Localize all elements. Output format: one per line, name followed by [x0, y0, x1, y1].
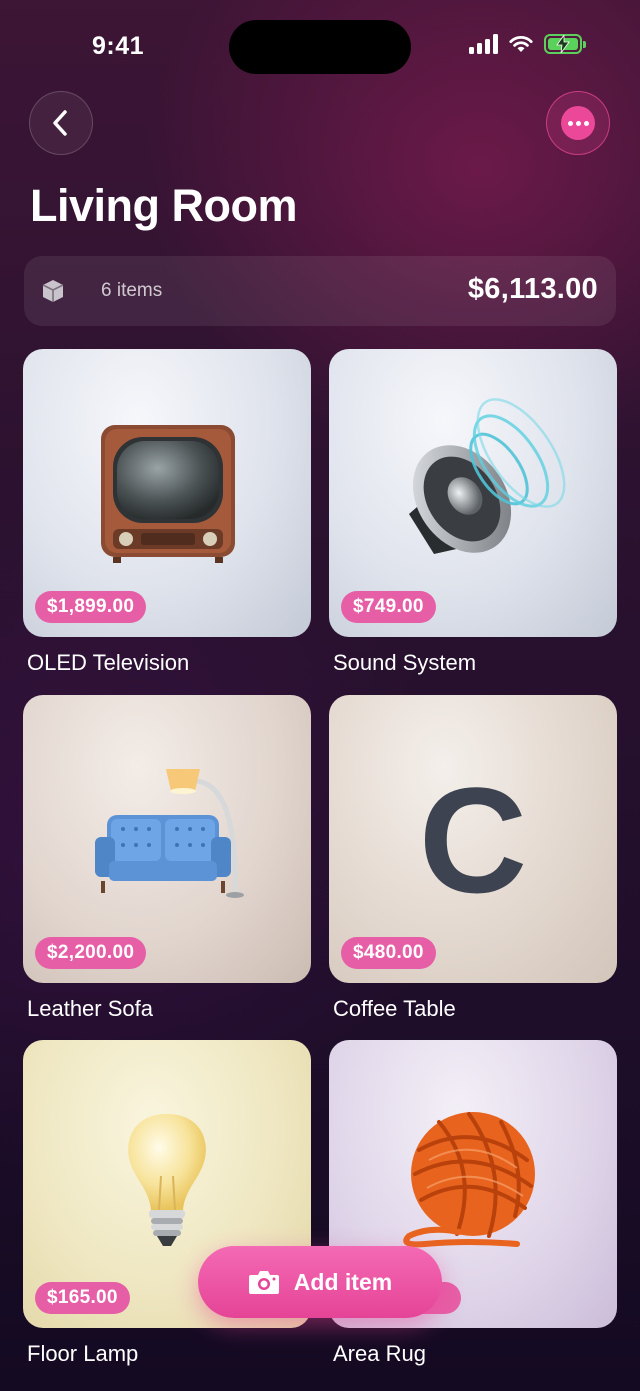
camera-icon — [248, 1271, 279, 1294]
price-badge: $749.00 — [341, 591, 436, 623]
price-badge: $2,200.00 — [35, 937, 147, 969]
price-badge: $1,899.00 — [35, 591, 147, 623]
item-name: Area Rug — [333, 1341, 426, 1366]
cellular-signal-icon — [469, 34, 498, 54]
item-card-leather-sofa[interactable]: $2,200.00 Leather Sofa — [23, 695, 311, 1021]
item-name: Floor Lamp — [27, 1341, 139, 1366]
more-options-button[interactable] — [546, 91, 610, 155]
item-card-coffee-table[interactable]: C $480.00 Coffee Table — [329, 695, 617, 1021]
item-image: $1,899.00 — [23, 349, 311, 637]
price-badge: $165.00 — [35, 1282, 130, 1314]
item-name: OLED Television — [27, 650, 190, 675]
dynamic-island — [229, 20, 411, 74]
chevron-left-icon — [53, 110, 67, 136]
status-time: 9:41 — [92, 32, 145, 60]
back-button[interactable] — [29, 91, 93, 155]
status-bar: 9:41 — [0, 0, 640, 96]
add-item-button[interactable]: Add item — [198, 1246, 442, 1318]
item-name: Sound System — [333, 650, 477, 675]
wifi-icon — [509, 36, 533, 52]
ellipsis-icon — [561, 106, 595, 140]
item-name: Leather Sofa — [27, 996, 153, 1021]
battery-icon — [544, 34, 586, 54]
box-icon — [42, 280, 64, 302]
item-image: $2,200.00 — [23, 695, 311, 983]
item-image: C $480.00 — [329, 695, 617, 983]
item-card-oled-television[interactable]: $1,899.00 OLED Television — [23, 349, 311, 675]
item-count: 6 items — [101, 280, 163, 301]
status-icons — [469, 34, 586, 54]
item-image: $749.00 — [329, 349, 617, 637]
letter-c-placeholder: C — [418, 756, 528, 924]
room-summary: 6 items $6,113.00 — [24, 256, 616, 326]
item-name: Coffee Table — [333, 996, 456, 1021]
item-card-sound-system[interactable]: $749.00 Sound System — [329, 349, 617, 675]
total-value: $6,113.00 — [467, 273, 598, 305]
page-title: Living Room — [30, 180, 297, 231]
add-item-label: Add item — [293, 1268, 393, 1295]
price-badge: $480.00 — [341, 937, 436, 969]
